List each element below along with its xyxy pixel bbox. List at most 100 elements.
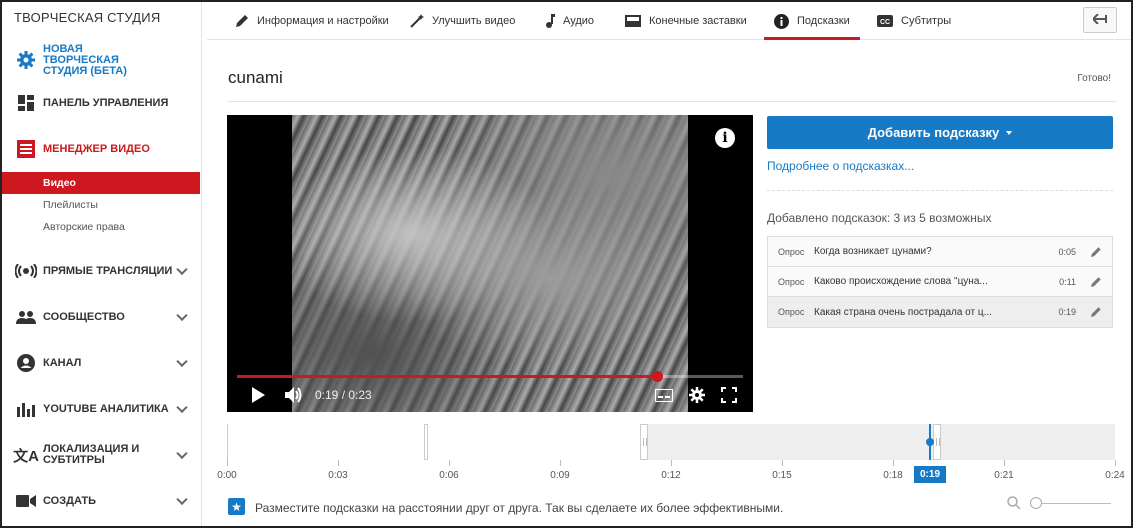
timeline-tick (1115, 460, 1116, 466)
time-display: 0:19 / 0:23 (315, 388, 372, 402)
sidebar-subitem-playlists[interactable]: Плейлисты (2, 194, 200, 216)
sidebar-item-label: YOUTUBE АНАЛИТИКА (43, 402, 169, 415)
tab-label: Информация и настройки (257, 15, 389, 27)
settings-gear-icon[interactable] (689, 387, 705, 408)
chevron-down-icon (176, 447, 188, 460)
timeline-tick (449, 460, 450, 466)
cc-icon: CC (877, 15, 893, 27)
video-player[interactable]: i 0:19 / 0:23 (227, 115, 753, 412)
star-icon: ★ (228, 498, 245, 515)
pencil-icon[interactable] (1090, 246, 1112, 258)
divider (767, 190, 1113, 191)
tab-label: Подсказки (797, 15, 850, 27)
timeline-tick-label: 0:00 (217, 470, 237, 481)
editor-tabs: Информация и настройки Улучшить видео Ау… (207, 2, 1131, 40)
fullscreen-icon[interactable] (721, 387, 737, 408)
sidebar-item-analytics[interactable]: YOUTUBE АНАЛИТИКА (2, 398, 200, 420)
sidebar-item-live[interactable]: ПРЯМЫЕ ТРАНСЛЯЦИИ (2, 260, 200, 282)
tip-text: Разместите подсказки на расстоянии друг … (255, 501, 784, 515)
subtitles-icon[interactable] (654, 387, 674, 407)
info-icon (774, 13, 789, 29)
sidebar-item-localization[interactable]: 文A ЛОКАЛИЗАЦИЯ И СУБТИТРЫ (2, 442, 200, 468)
sidebar: ТВОРЧЕСКАЯ СТУДИЯ НОВАЯ ТВОРЧЕСКАЯ СТУДИ… (2, 2, 202, 526)
cards-timeline[interactable] (227, 424, 1115, 460)
learn-more-link[interactable]: Подробнее о подсказках... (767, 159, 914, 173)
tab-label: Субтитры (901, 15, 952, 27)
pencil-icon[interactable] (1090, 306, 1112, 318)
people-icon (13, 307, 39, 327)
timeline-tick (671, 460, 672, 466)
add-card-label: Добавить подсказку (867, 125, 1000, 140)
music-note-icon (545, 14, 555, 28)
zoom-slider-track[interactable] (1035, 503, 1111, 504)
sidebar-item-label: КАНАЛ (43, 356, 82, 369)
play-icon[interactable] (252, 387, 265, 403)
chevron-down-icon (176, 355, 188, 368)
timeline-card-handle[interactable] (933, 424, 941, 460)
timeline-tick-label: 0:09 (550, 470, 570, 481)
timeline-card-handle[interactable] (640, 424, 648, 460)
playhead-knob[interactable] (926, 438, 934, 446)
timeline-card-segment[interactable] (427, 424, 643, 460)
sidebar-item-community[interactable]: СООБЩЕСТВО (2, 306, 200, 328)
caret-down-icon (1006, 130, 1013, 135)
pencil-icon (235, 14, 249, 28)
card-row[interactable]: Опрос Когда возникает цунами? 0:05 (768, 237, 1112, 267)
timeline-tick (338, 460, 339, 466)
timeline-card-segment[interactable] (227, 424, 427, 460)
sidebar-item-label: НОВАЯ ТВОРЧЕСКАЯ СТУДИЯ (БЕТА) (43, 42, 127, 77)
card-type: Опрос (778, 246, 805, 257)
volume-icon[interactable] (285, 387, 303, 403)
sidebar-subitem-videos[interactable]: Видео (2, 172, 200, 194)
card-time: 0:11 (1059, 276, 1076, 287)
zoom-icon (1007, 496, 1021, 515)
tab-subtitles[interactable]: CC Субтитры (877, 2, 951, 40)
card-question: Какая страна очень пострадала от ц... (814, 306, 992, 318)
arrow-left-icon (1091, 11, 1107, 29)
divider (228, 101, 1116, 102)
info-icon[interactable]: i (715, 128, 735, 148)
back-button[interactable] (1083, 7, 1117, 33)
gear-icon (13, 50, 39, 70)
timeline-ticks: 0:00 0:03 0:06 0:09 0:12 0:15 0:18 0:21 0:24 (217, 460, 1125, 486)
chevron-down-icon (176, 263, 188, 276)
chevron-down-icon (176, 493, 188, 506)
end-screen-icon (625, 15, 641, 27)
sidebar-item-label: ЛОКАЛИЗАЦИЯ И СУБТИТРЫ (43, 443, 140, 466)
sidebar-item-channel[interactable]: КАНАЛ (2, 352, 200, 374)
tab-cards[interactable]: Подсказки (764, 2, 860, 40)
sidebar-item-dashboard[interactable]: ПАНЕЛЬ УПРАВЛЕНИЯ (2, 92, 200, 114)
tab-label: Улучшить видео (432, 15, 516, 27)
timeline-tick-label: 0:21 (994, 470, 1014, 481)
magic-wand-icon (410, 14, 424, 28)
add-card-button[interactable]: Добавить подсказку (767, 116, 1113, 149)
tab-enhance[interactable]: Улучшить видео (410, 2, 515, 40)
zoom-slider-handle[interactable] (1030, 497, 1042, 509)
tab-label: Конечные заставки (649, 15, 747, 27)
cards-count: Добавлено подсказок: 3 из 5 возможных (767, 211, 992, 225)
card-row[interactable]: Опрос Какая страна очень пострадала от ц… (768, 297, 1112, 327)
svg-text:CC: CC (880, 19, 890, 26)
card-type: Опрос (778, 276, 805, 287)
pencil-icon[interactable] (1090, 276, 1112, 288)
timeline-playhead[interactable] (926, 424, 934, 460)
timeline-tick-label: 0:15 (772, 470, 792, 481)
tab-audio[interactable]: Аудио (545, 2, 594, 40)
tab-end-screens[interactable]: Конечные заставки (625, 2, 747, 40)
video-frame (292, 115, 688, 412)
video-title: cunami (228, 68, 283, 87)
studio-title: ТВОРЧЕСКАЯ СТУДИЯ (14, 10, 161, 25)
card-row[interactable]: Опрос Каково происхождение слова "цуна..… (768, 267, 1112, 297)
sidebar-item-label: СОЗДАТЬ (43, 494, 96, 507)
card-time: 0:19 (1058, 307, 1076, 317)
sidebar-subitem-copyright[interactable]: Авторские права (2, 216, 200, 238)
sidebar-item-label: МЕНЕДЖЕР ВИДЕО (43, 142, 150, 155)
camera-icon (13, 491, 39, 511)
tab-info[interactable]: Информация и настройки (235, 2, 389, 40)
sidebar-item-create[interactable]: СОЗДАТЬ (2, 490, 200, 512)
sidebar-item-new-studio[interactable]: НОВАЯ ТВОРЧЕСКАЯ СТУДИЯ (БЕТА) (2, 42, 200, 77)
sidebar-item-video-manager[interactable]: МЕНЕДЖЕР ВИДЕО (2, 138, 200, 160)
account-icon (13, 353, 39, 373)
save-status: Готово! (1077, 73, 1111, 84)
app-frame: ТВОРЧЕСКАЯ СТУДИЯ НОВАЯ ТВОРЧЕСКАЯ СТУДИ… (0, 0, 1133, 528)
